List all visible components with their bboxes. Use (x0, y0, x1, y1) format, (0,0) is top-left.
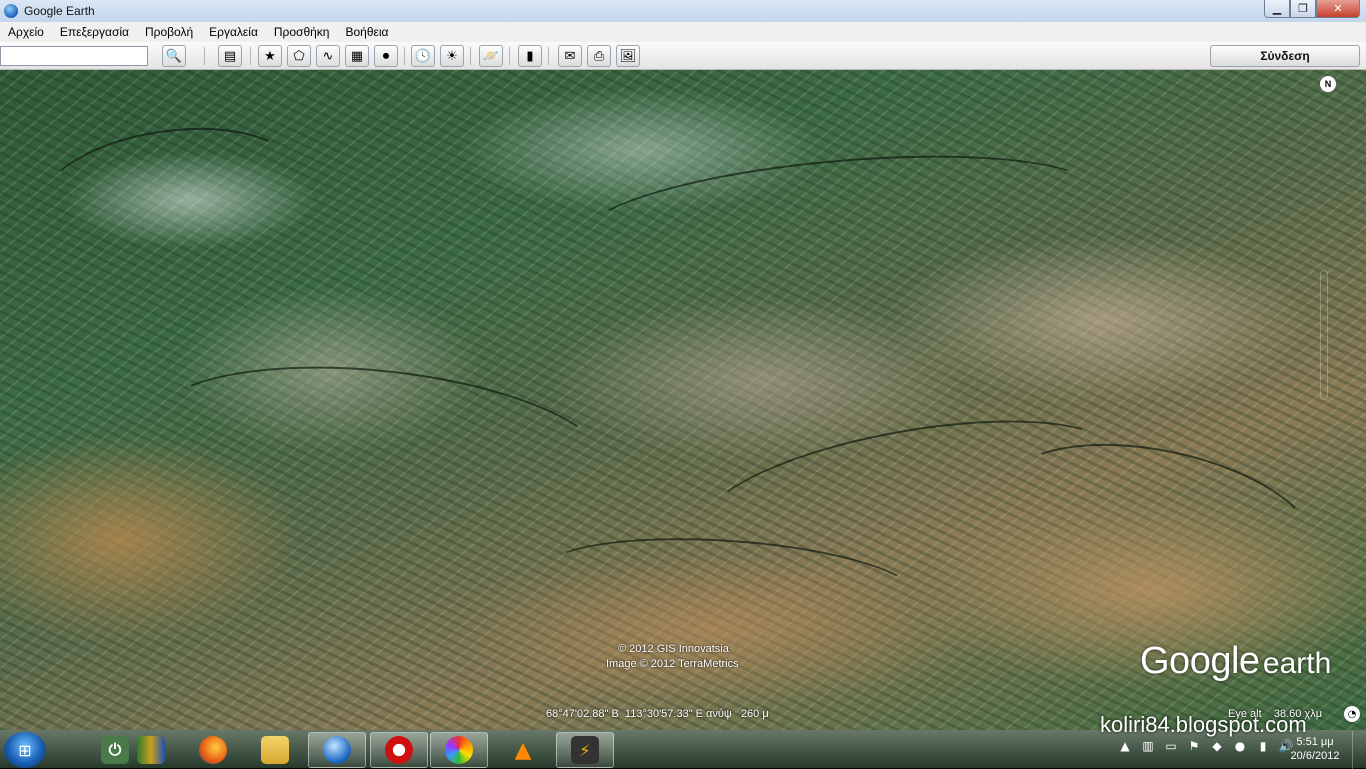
zoom-slider[interactable] (1320, 270, 1328, 400)
save-image-icon[interactable]: 🖼 (616, 45, 640, 67)
start-button[interactable]: ⊞ (4, 732, 46, 768)
menu-file[interactable]: Αρχείο (0, 25, 52, 39)
vlc-icon[interactable]: ▲ (494, 732, 552, 768)
google-earth-icon (4, 4, 18, 18)
tray-monitor-icon[interactable]: ▭ (1162, 739, 1180, 753)
system-tray: ▲ ▥ ▭ ⚑ ◆ ● ▮ 🔊 (1116, 739, 1295, 753)
tray-wireless-icon[interactable]: ▮ (1254, 739, 1272, 753)
search-icon[interactable]: 🔍 (162, 45, 186, 67)
imagery-attribution: © 2012 GIS Innovatsia Image © 2012 Terra… (606, 642, 739, 672)
taskbar-clock[interactable]: 5:51 μμ 20/6/2012 (1286, 735, 1344, 763)
map-view[interactable]: N © 2012 GIS Innovatsia Image © 2012 Ter… (0, 70, 1366, 730)
historical-imagery-icon[interactable]: 🕓 (411, 45, 435, 67)
menu-help[interactable]: Βοήθεια (337, 25, 396, 39)
winamp-icon[interactable]: ⚡ (556, 732, 614, 768)
logo-earth-text: earth (1262, 647, 1332, 680)
google-earth-icon[interactable] (308, 732, 366, 768)
record-tour-icon[interactable]: ⏺ (374, 45, 398, 67)
toolbar-divider (250, 47, 251, 65)
menu-view[interactable]: Προβολή (137, 25, 201, 39)
planets-icon[interactable]: 🪐 (479, 45, 503, 67)
menu-bar: Αρχείο Επεξεργασία Προβολή Εργαλεία Προσ… (0, 22, 1366, 42)
toolbar-divider (204, 47, 205, 65)
terrain-ridge (576, 137, 1104, 293)
menu-add[interactable]: Προσθήκη (266, 25, 338, 39)
toolbar: 🔍 ▤ ★ ⬠ ∿ ▦ ⏺ 🕓 ☀ 🪐 ▮ ✉ ⎙ 🖼 Σύνδεση (0, 42, 1366, 70)
toolbar-divider (548, 47, 549, 65)
sunlight-icon[interactable]: ☀ (440, 45, 464, 67)
restore-button[interactable]: ❐ (1290, 0, 1316, 18)
opera-icon[interactable] (370, 732, 428, 768)
overlay-icon[interactable]: ▦ (345, 45, 369, 67)
clock-date: 20/6/2012 (1290, 750, 1340, 762)
compass-north-icon[interactable]: N (1320, 76, 1336, 92)
coordinates-readout: 68°47'02.88" Β 113°30'57.33" Ε ανύψ 260 … (546, 708, 769, 720)
window-controls: ▁ ❐ ✕ (1264, 0, 1360, 18)
print-icon[interactable]: ⎙ (587, 45, 611, 67)
title-bar: Google Earth ▁ ❐ ✕ (0, 0, 1366, 22)
attribution-line: Image © 2012 TerraMetrics (606, 658, 739, 670)
logo-google-text: Google (1140, 640, 1260, 682)
books-icon[interactable] (122, 732, 180, 768)
terrain-ridge (143, 346, 617, 544)
streaming-progress-icon: ◔ (1344, 706, 1360, 722)
path-icon[interactable]: ∿ (316, 45, 340, 67)
attribution-line: © 2012 GIS Innovatsia (618, 643, 729, 655)
show-desktop-button[interactable] (1352, 731, 1366, 769)
toolbar-divider (404, 47, 405, 65)
minimize-button[interactable]: ▁ (1264, 0, 1290, 18)
tray-flag-icon[interactable]: ⚑ (1185, 739, 1203, 753)
tray-shield-icon[interactable]: ◆ (1208, 739, 1226, 753)
menu-edit[interactable]: Επεξεργασία (52, 25, 137, 39)
picasa-icon[interactable] (430, 732, 488, 768)
tray-network-icon[interactable]: ▥ (1139, 739, 1157, 753)
explorer-folder-icon[interactable] (246, 732, 304, 768)
window-title: Google Earth (24, 4, 95, 18)
ruler-icon[interactable]: ▮ (518, 45, 542, 67)
tray-update-icon[interactable]: ● (1231, 739, 1249, 753)
terrain-ridge (32, 112, 308, 268)
firefox-icon[interactable] (184, 732, 242, 768)
polygon-icon[interactable]: ⬠ (287, 45, 311, 67)
sign-in-button[interactable]: Σύνδεση (1210, 45, 1360, 67)
toolbar-divider (470, 47, 471, 65)
google-earth-logo: Google earth (1140, 640, 1331, 683)
toolbar-divider (509, 47, 510, 65)
placemark-icon[interactable]: ★ (258, 45, 282, 67)
sidebar-icon[interactable]: ▤ (218, 45, 242, 67)
email-icon[interactable]: ✉ (558, 45, 582, 67)
blog-watermark: koliri84.blogspot.com (1100, 712, 1307, 737)
tray-arrow-icon[interactable]: ▲ (1116, 739, 1134, 753)
close-button[interactable]: ✕ (1316, 0, 1360, 18)
search-input[interactable] (0, 46, 148, 66)
menu-tools[interactable]: Εργαλεία (201, 25, 266, 39)
